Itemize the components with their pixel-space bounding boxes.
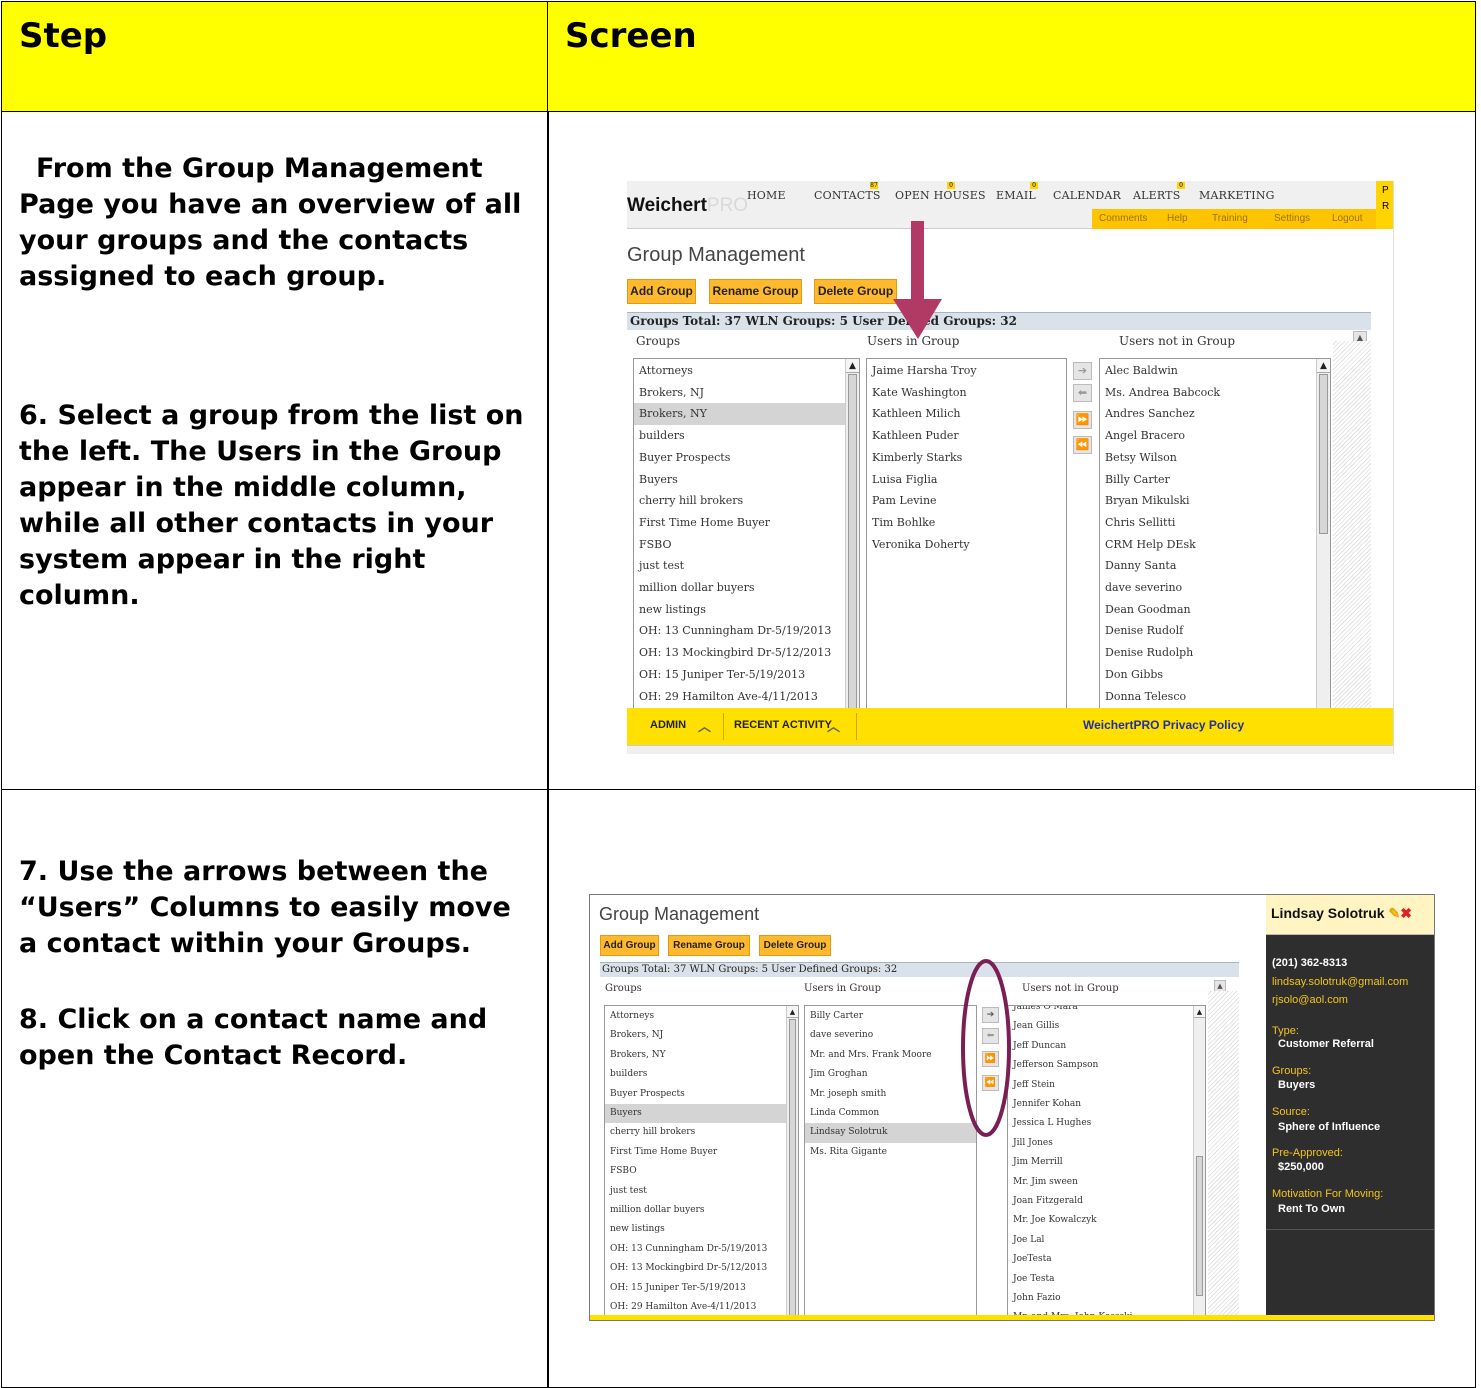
header-screen-cell: Screen — [547, 1, 1476, 112]
step-6-text: 6. Select a group from the list on the l… — [19, 400, 524, 611]
header-step-cell: Step — [1, 1, 549, 112]
header-step: Step — [19, 16, 108, 56]
annotation-arrow-icon — [893, 221, 942, 339]
screenshot-group-management-contact: Group Management Add Group Rename Group … — [589, 894, 1435, 1321]
row1-step-cell: From the Group Management Page you have … — [1, 112, 549, 790]
row2-step-cell: 7. Use the arrows between the “Users” Co… — [1, 790, 549, 1388]
intro-text: From the Group Management Page you have … — [19, 153, 522, 292]
step-8-text: 8. Click on a contact name and open the … — [19, 1004, 488, 1071]
screenshot-group-management-overview: WeichertPRO HOME CONTACTS 87 OPEN HOUSES… — [627, 181, 1394, 754]
annotation-circle-icon — [961, 959, 1011, 1137]
header-screen: Screen — [565, 16, 697, 56]
step-7-text: 7. Use the arrows between the “Users” Co… — [19, 856, 511, 959]
